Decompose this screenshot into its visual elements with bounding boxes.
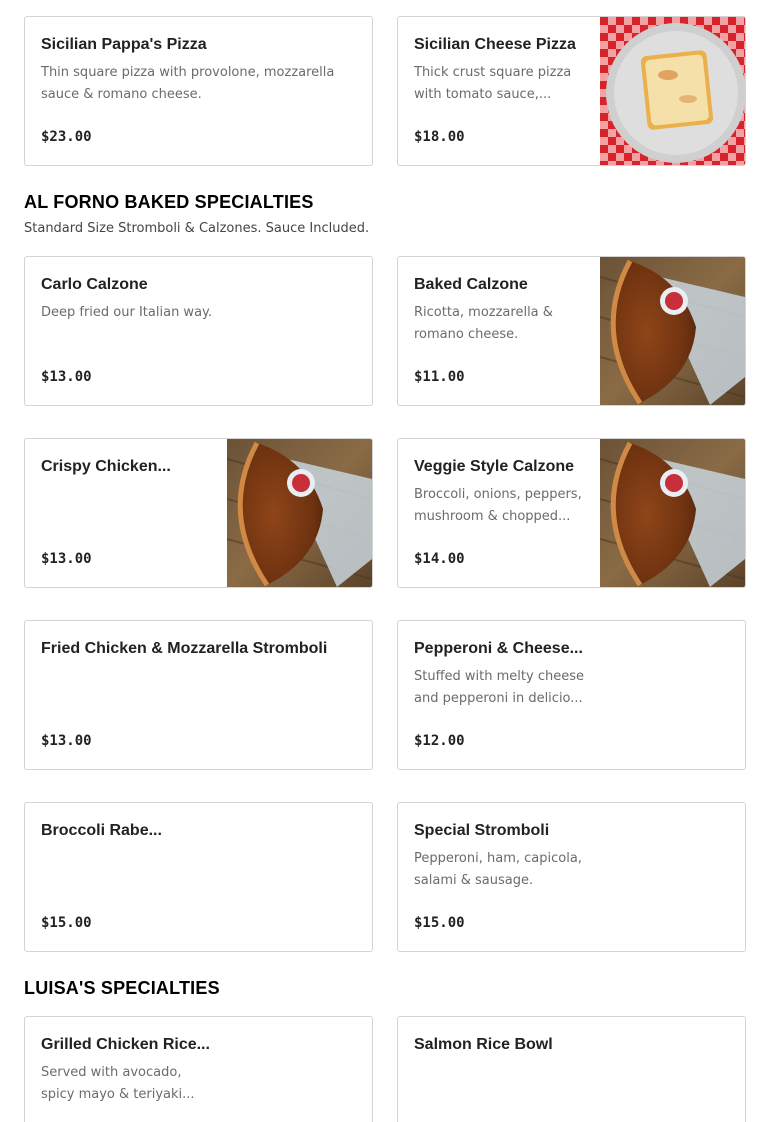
menu-item-card[interactable]: Grilled Chicken Rice... Served with avoc… bbox=[24, 1016, 373, 1122]
item-name: Special Stromboli bbox=[414, 822, 550, 839]
menu-item-card[interactable]: Special Stromboli Pepperoni, ham, capico… bbox=[397, 802, 746, 952]
item-price: $14.00 bbox=[414, 551, 465, 567]
item-description: Ricotta, mozzarella & romano cheese. bbox=[414, 305, 553, 342]
item-name: Broccoli Rabe... bbox=[41, 822, 162, 839]
item-name: Fried Chicken & Mozzarella Stromboli bbox=[41, 640, 328, 657]
item-description: Served with avocado, spicy mayo & teriya… bbox=[41, 1065, 195, 1102]
item-price: $15.00 bbox=[414, 915, 465, 931]
item-price: $11.00 bbox=[414, 369, 465, 385]
menu-item-card[interactable]: Pepperoni & Cheese... Stuffed with melty… bbox=[397, 620, 746, 770]
item-price: $15.00 bbox=[41, 915, 92, 931]
calzone-image bbox=[600, 257, 745, 405]
menu-item-card[interactable]: Fried Chicken & Mozzarella Stromboli $13… bbox=[24, 620, 373, 770]
item-name: Baked Calzone bbox=[414, 276, 528, 293]
item-name: Salmon Rice Bowl bbox=[414, 1036, 553, 1053]
section-title: AL FORNO BAKED SPECIALTIES bbox=[24, 192, 314, 212]
menu-item-card[interactable]: Sicilian Pappa's Pizza Thin square pizza… bbox=[24, 16, 373, 166]
section-subtitle: Standard Size Stromboli & Calzones. Sauc… bbox=[24, 221, 370, 236]
calzone-image bbox=[227, 439, 372, 587]
section-title: LUISA'S SPECIALTIES bbox=[24, 978, 220, 998]
item-name: Sicilian Pappa's Pizza bbox=[41, 36, 207, 53]
item-name: Veggie Style Calzone bbox=[414, 458, 575, 475]
item-name: Sicilian Cheese Pizza bbox=[414, 36, 576, 53]
item-name: Pepperoni & Cheese... bbox=[414, 640, 583, 657]
item-description: Stuffed with melty cheese and pepperoni … bbox=[414, 669, 584, 706]
item-price: $13.00 bbox=[41, 733, 92, 749]
menu-item-card[interactable]: Veggie Style Calzone Broccoli, onions, p… bbox=[397, 438, 746, 588]
item-description: Thin square pizza with provolone, mozzar… bbox=[41, 65, 335, 102]
pizza-slice-image bbox=[600, 17, 745, 165]
menu-item-card[interactable]: Sicilian Cheese Pizza Thick crust square… bbox=[397, 16, 746, 166]
menu-item-card[interactable]: Salmon Rice Bowl bbox=[397, 1016, 746, 1122]
item-price: $13.00 bbox=[41, 551, 92, 567]
item-price: $13.00 bbox=[41, 369, 92, 385]
item-description: Broccoli, onions, peppers, mushroom & ch… bbox=[414, 487, 582, 524]
menu-item-card[interactable]: Crispy Chicken... $13.00 bbox=[24, 438, 373, 588]
item-description: Thick crust square pizza with tomato sau… bbox=[414, 65, 572, 102]
item-name: Crispy Chicken... bbox=[41, 458, 171, 475]
menu-item-card[interactable]: Carlo Calzone Deep fried our Italian way… bbox=[24, 256, 373, 406]
item-price: $18.00 bbox=[414, 129, 465, 145]
item-description: Pepperoni, ham, capicola, salami & sausa… bbox=[414, 851, 582, 888]
item-name: Carlo Calzone bbox=[41, 276, 148, 293]
menu-item-card[interactable]: Baked Calzone Ricotta, mozzarella & roma… bbox=[397, 256, 746, 406]
item-price: $23.00 bbox=[41, 129, 92, 145]
item-name: Grilled Chicken Rice... bbox=[41, 1036, 210, 1053]
calzone-image bbox=[600, 439, 745, 587]
menu-item-card[interactable]: Broccoli Rabe... $15.00 bbox=[24, 802, 373, 952]
item-price: $12.00 bbox=[414, 733, 465, 749]
item-description: Deep fried our Italian way. bbox=[41, 305, 213, 320]
